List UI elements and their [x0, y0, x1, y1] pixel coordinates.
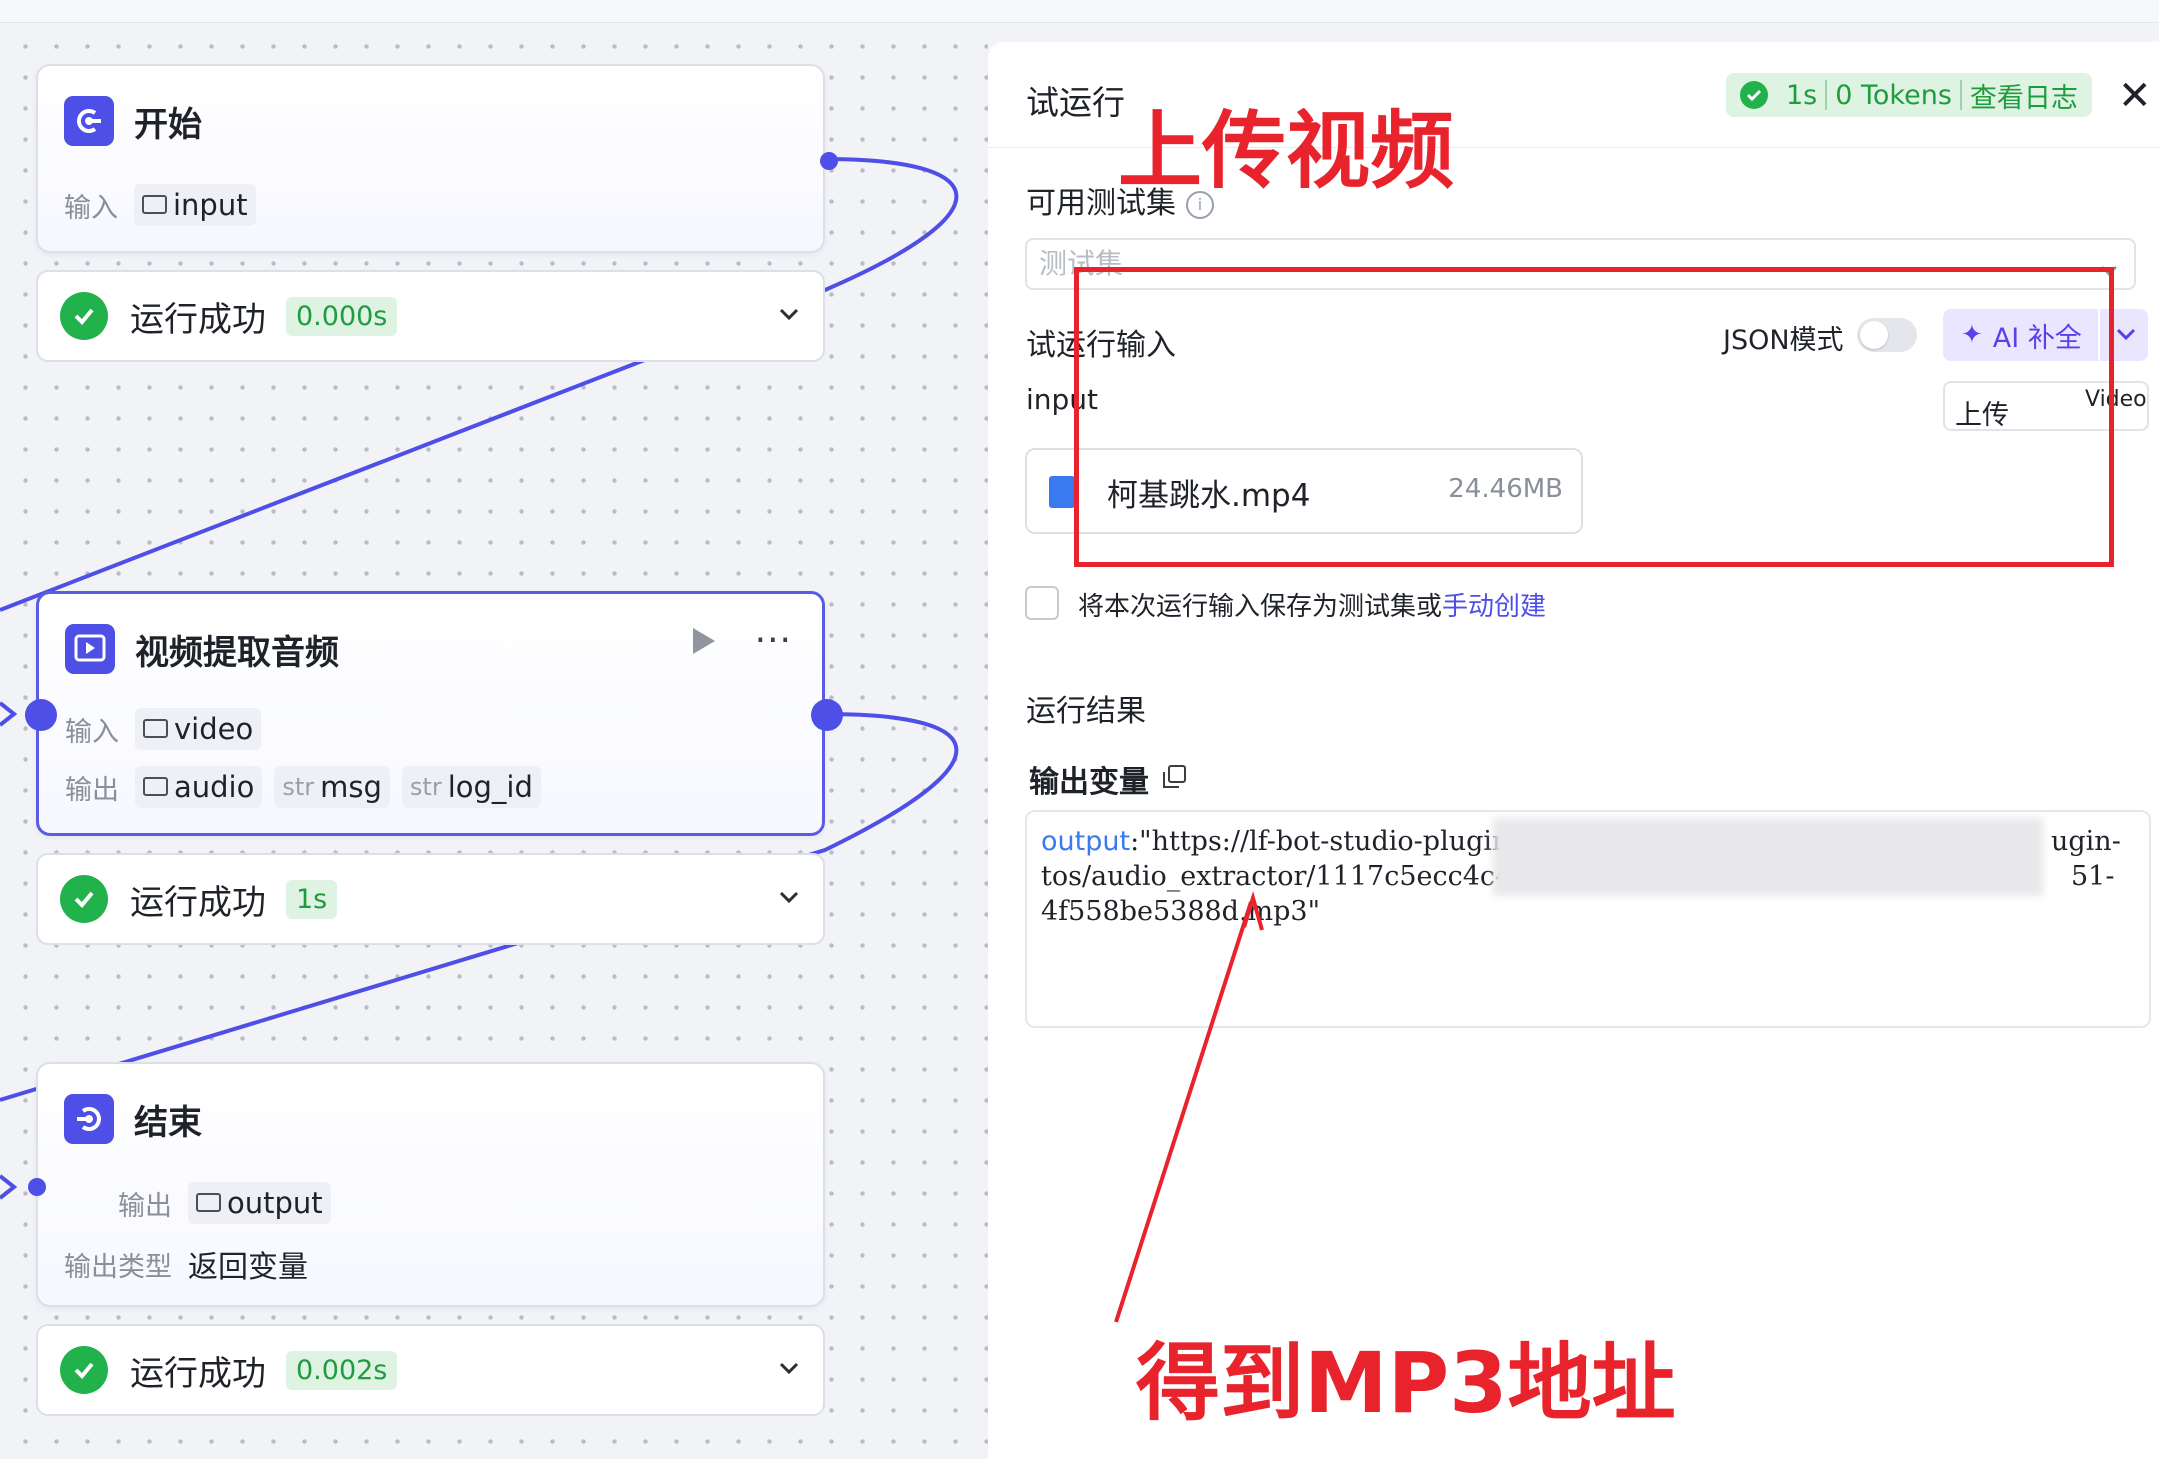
extract-status-bar[interactable]: 运行成功 1s: [36, 853, 825, 945]
folder-icon: [196, 1192, 221, 1212]
annotation-upload-video: 上传视频: [1118, 102, 1455, 200]
start-status-bar[interactable]: 运行成功 0.000s: [36, 270, 825, 362]
param-tag: audio: [135, 766, 263, 808]
run-summary-badge: 1s 0 Tokens 查看日志: [1726, 73, 2092, 117]
output-type-value: 返回变量: [188, 1250, 308, 1285]
end-icon: [64, 1094, 114, 1144]
output-key: output: [1041, 826, 1131, 857]
manual-create-link[interactable]: 手动创建: [1442, 592, 1546, 622]
run-time: 1s: [1786, 79, 1818, 111]
output-value-part: :"https://lf-bot-studio-plugin-: [1130, 826, 1519, 857]
param-name: audio: [174, 770, 255, 804]
token-count: 0 Tokens: [1835, 79, 1952, 111]
type-label: str: [409, 773, 442, 801]
output-label: 输出: [65, 774, 119, 806]
chevron-down-icon[interactable]: [777, 302, 801, 330]
close-icon[interactable]: ✕: [2118, 76, 2152, 116]
chevron-down-icon[interactable]: [2113, 319, 2139, 356]
input-port[interactable]: [28, 1178, 46, 1196]
output-value-part: 4f558be5388d.mp3": [1041, 896, 1321, 927]
success-check-icon: [1740, 81, 1768, 109]
copy-icon[interactable]: [1163, 765, 1186, 788]
param-name: log_id: [447, 770, 533, 804]
chevron-down-icon[interactable]: [777, 885, 801, 913]
video-file-icon: [1049, 476, 1075, 508]
status-label: 运行成功: [130, 1353, 266, 1394]
output-value-part: ugin-: [2051, 826, 2121, 857]
output-var-label: 输出变量: [1029, 765, 1149, 800]
save-testset-label: 将本次运行输入保存为测试集或: [1078, 592, 1443, 622]
param-tag: str msg: [274, 766, 390, 808]
status-label: 运行成功: [130, 299, 266, 340]
end-status-bar[interactable]: 运行成功 0.002s: [36, 1324, 825, 1416]
divider: [1959, 80, 1962, 110]
video-icon: [65, 624, 115, 674]
output-value-part: 51-: [2071, 861, 2115, 892]
output-value-part: tos/audio_extractor/1117c5ecc4c4c2: [1041, 861, 1545, 892]
folder-icon: [143, 776, 168, 796]
save-testset-checkbox[interactable]: [1025, 586, 1059, 620]
top-bar: [0, 0, 2159, 23]
status-time-badge: 0.002s: [286, 1350, 398, 1390]
panel-title: 试运行: [1026, 83, 1125, 122]
param-name: video: [174, 712, 254, 746]
annotation-mp3-url: 得到MP3地址: [1136, 1334, 1676, 1432]
param-name: input: [173, 188, 248, 222]
status-label: 运行成功: [130, 882, 266, 923]
end-node-title: 结束: [134, 1102, 202, 1143]
start-icon: [64, 96, 114, 146]
more-icon[interactable]: ···: [755, 623, 792, 659]
redacted-blur: [1493, 818, 2043, 896]
output-port[interactable]: [811, 699, 843, 731]
output-port[interactable]: [820, 152, 838, 170]
output-line: 4f558be5388d.mp3": [1041, 894, 2136, 929]
param-tag: output: [188, 1182, 331, 1224]
success-check-icon: [60, 1346, 108, 1394]
output-type-label: 输出类型: [64, 1251, 172, 1283]
input-label: 输入: [64, 192, 118, 224]
run-result-label: 运行结果: [1026, 694, 1146, 729]
divider: [1825, 80, 1828, 110]
param-tag: input: [134, 184, 256, 226]
folder-icon: [142, 194, 167, 214]
chevron-down-icon[interactable]: [777, 1356, 801, 1384]
success-check-icon: [60, 292, 108, 340]
extract-node-title: 视频提取音频: [135, 632, 339, 673]
start-node-title: 开始: [134, 104, 202, 145]
param-tag: str log_id: [401, 766, 541, 808]
video-extract-audio-node[interactable]: 视频提取音频 ··· 输入 video 输出 audio str msg str l…: [25, 591, 843, 836]
save-testset-text: 将本次运行输入保存为测试集或手动创建: [1078, 586, 1546, 623]
success-check-icon: [60, 875, 108, 923]
view-log-link[interactable]: 查看日志: [1970, 76, 2078, 115]
input-label: 输入: [65, 716, 119, 748]
folder-icon: [143, 718, 168, 738]
param-name: msg: [320, 770, 382, 804]
output-label: 输出: [118, 1190, 172, 1222]
param-name: output: [227, 1186, 323, 1220]
start-node[interactable]: 开始 输入 input: [36, 64, 838, 253]
play-icon[interactable]: [692, 628, 715, 654]
input-port[interactable]: [25, 699, 57, 731]
status-time-badge: 0.000s: [286, 296, 398, 336]
status-time-badge: 1s: [286, 879, 338, 919]
type-label: str: [282, 773, 315, 801]
end-node[interactable]: 结束 输出 output 输出类型 返回变量: [28, 1062, 825, 1307]
annotation-highlight-box: [1074, 267, 2114, 567]
param-tag: video: [135, 708, 262, 750]
